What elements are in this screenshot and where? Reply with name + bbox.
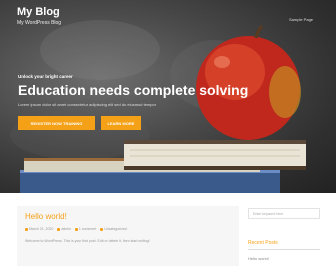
post-title[interactable]: Hello world! xyxy=(25,212,67,221)
nav-item-sample-page[interactable]: Sample Page xyxy=(289,17,313,22)
hero-banner: My Blog My WordPress Blog Sample Page Un… xyxy=(0,0,336,193)
divider xyxy=(248,249,320,250)
hero-kicker: Unlock your bright career xyxy=(18,74,73,79)
hero-subtext: Lorem ipsum dolor sit amet consectetur a… xyxy=(18,102,157,107)
post-excerpt: Welcome to WordPress. This is your first… xyxy=(25,239,150,243)
post-category[interactable]: Uncategorized xyxy=(100,227,127,231)
book-blue xyxy=(20,170,280,193)
recent-posts-heading: Recent Posts xyxy=(248,240,278,246)
book-main xyxy=(124,140,306,170)
hero-heading: Education needs complete solving xyxy=(18,82,249,98)
calendar-icon xyxy=(25,227,28,231)
learn-more-button[interactable]: LEARN MORE xyxy=(101,116,141,130)
post-comments[interactable]: 1 comment xyxy=(74,227,96,231)
post-date[interactable]: March 21, 2020 xyxy=(25,227,53,231)
post-author[interactable]: admin xyxy=(57,227,71,231)
comment-icon xyxy=(74,227,78,231)
search-input[interactable]: Enter keyword here xyxy=(248,208,320,219)
site-title[interactable]: My Blog xyxy=(17,6,60,18)
recent-post-link[interactable]: Hello world! xyxy=(248,256,269,261)
post-card: Hello world! March 21, 2020 admin 1 comm… xyxy=(17,206,239,266)
folder-icon xyxy=(100,227,104,231)
post-meta: March 21, 2020 admin 1 comment Uncategor… xyxy=(25,227,127,231)
register-button[interactable]: REGISTER NOW TRAINING xyxy=(18,116,95,130)
user-icon xyxy=(57,227,61,231)
site-description: My WordPress Blog xyxy=(17,20,62,26)
